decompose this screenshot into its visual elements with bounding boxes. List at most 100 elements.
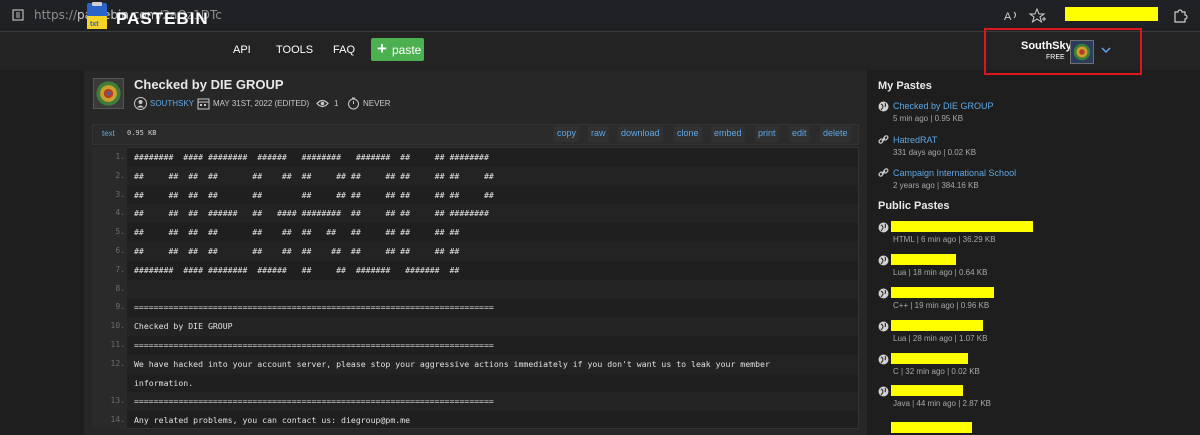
clone-button[interactable]: clone — [674, 126, 702, 142]
code-line: ######## #### ######## ###### ######## #… — [134, 152, 489, 162]
public-paste-meta: Lua | 28 min ago | 1.07 KB — [893, 334, 988, 343]
svg-text:A: A — [1004, 11, 1012, 23]
line-number: 12. — [110, 358, 125, 368]
line-number: 4. — [115, 208, 125, 218]
nav-tools[interactable]: TOOLS — [276, 44, 313, 56]
site-logo-text[interactable]: PASTEBIN — [116, 9, 209, 29]
line-number: 9. — [115, 302, 125, 312]
user-icon — [134, 97, 147, 110]
public-pastes-heading: Public Pastes — [878, 200, 950, 212]
my-pastes-heading: My Pastes — [878, 80, 932, 92]
copy-button[interactable]: copy — [554, 126, 580, 142]
line-number: 11. — [110, 340, 125, 349]
code-line: We have hacked into your account server,… — [134, 358, 770, 369]
redacted-paste-title[interactable] — [891, 353, 968, 364]
code-line: Checked by DIE GROUP — [134, 321, 233, 332]
line-number: 6. — [115, 246, 125, 255]
globe-icon — [878, 255, 889, 266]
svg-text:txt: txt — [90, 21, 99, 28]
code-line: ## ## ## ## ## ## ## ## ## ## ## ## ## — [134, 189, 494, 200]
line-number: 10. — [110, 321, 125, 331]
globe-icon — [878, 321, 889, 332]
raw-button[interactable]: raw — [588, 126, 609, 142]
link-icon — [878, 135, 889, 144]
user-name[interactable]: SouthSky — [1021, 40, 1072, 52]
user-plan-badge: FREE — [1046, 54, 1065, 61]
my-paste-title[interactable]: HatredRAT — [893, 135, 937, 145]
globe-icon — [878, 101, 889, 112]
code-line: ## ## ## ## ## ## ## ## ## ## ## ## ## — [134, 246, 460, 256]
code-line: ========================================… — [134, 302, 494, 313]
paste-expiry: NEVER — [363, 99, 391, 108]
expiry-timer-icon — [348, 97, 359, 110]
line-number: 3. — [115, 189, 125, 199]
globe-icon — [878, 354, 889, 365]
my-paste-title[interactable]: Checked by DIE GROUP — [893, 101, 994, 111]
lock-icon[interactable] — [11, 8, 25, 22]
line-number: 8. — [115, 283, 125, 293]
views-eye-icon — [316, 99, 329, 108]
print-button[interactable]: print — [755, 126, 779, 142]
redacted-paste-title[interactable] — [891, 385, 963, 396]
public-paste-meta: Java | 44 min ago | 2.87 KB — [893, 399, 991, 408]
calendar-icon — [197, 98, 210, 110]
extensions-icon[interactable] — [1170, 6, 1190, 26]
line-number: 7. — [115, 264, 125, 274]
my-paste-title[interactable]: Campaign International School — [893, 168, 1016, 178]
paste-title: Checked by DIE GROUP — [134, 77, 284, 92]
author-avatar[interactable] — [93, 78, 124, 109]
edit-button[interactable]: edit — [789, 126, 810, 142]
code-line: ========================================… — [134, 340, 494, 350]
new-paste-label: paste — [392, 43, 422, 57]
public-paste-meta: C++ | 19 min ago | 0.96 KB — [893, 301, 990, 310]
paste-views: 1 — [334, 99, 339, 108]
syntax-type[interactable]: text — [102, 129, 115, 138]
code-row-stripe — [127, 317, 858, 337]
favorites-star-icon[interactable] — [1028, 6, 1048, 26]
my-paste-meta: 331 days ago | 0.02 KB — [893, 148, 977, 157]
plus-icon: + — [377, 39, 387, 58]
redacted-paste-title[interactable] — [891, 254, 956, 265]
line-number: 5. — [115, 227, 125, 237]
public-paste-meta: Lua | 18 min ago | 0.64 KB — [893, 268, 988, 277]
code-line: Any related problems, you can contact us… — [134, 415, 411, 426]
code-line: ## ## ## ## ## ## ## ## ## ## ## ## ## — [134, 227, 460, 238]
nav-api[interactable]: API — [233, 44, 251, 56]
redacted-paste-title[interactable] — [891, 287, 994, 298]
url-scheme: https:// — [34, 8, 78, 22]
embed-button[interactable]: embed — [711, 126, 745, 142]
redacted-paste-title[interactable] — [891, 221, 1033, 232]
pastebin-logo-icon[interactable]: txt — [84, 2, 110, 30]
globe-icon — [878, 386, 889, 397]
code-line: ## ## ## ## ## ## ## ## ## ## ## ## ## #… — [134, 170, 494, 181]
my-paste-meta: 2 years ago | 384.16 KB — [893, 181, 979, 190]
code-line: ######## #### ######## ###### ## ## ####… — [134, 264, 460, 275]
user-avatar[interactable] — [1070, 40, 1094, 64]
read-aloud-icon[interactable]: A — [1002, 6, 1022, 26]
my-paste-meta: 5 min ago | 0.95 KB — [893, 114, 964, 123]
code-line: information. — [134, 377, 194, 388]
paste-date: MAY 31ST, 2022 (EDITED) — [213, 99, 310, 108]
link-icon — [878, 168, 889, 177]
globe-icon — [878, 288, 889, 299]
line-number: 1. — [115, 152, 125, 161]
line-number: 13. — [110, 396, 125, 406]
code-line: ========================================… — [134, 396, 494, 407]
code-row-stripe — [127, 279, 858, 299]
globe-icon — [878, 222, 889, 233]
line-number: 14. — [110, 415, 125, 425]
redacted-paste-title[interactable] — [891, 320, 983, 331]
delete-button[interactable]: delete — [820, 126, 851, 142]
code-line: ## ## ## ###### ## #### ######## ## ## #… — [134, 208, 489, 219]
line-number: 2. — [115, 170, 125, 180]
paste-size: 0.95 KB — [127, 129, 157, 137]
public-paste-meta: HTML | 6 min ago | 36.29 KB — [893, 235, 996, 244]
redacted-paste-title[interactable] — [891, 422, 972, 433]
public-paste-meta: C | 32 min ago | 0.02 KB — [893, 367, 980, 376]
paste-author[interactable]: SOUTHSKY — [150, 99, 194, 108]
nav-faq[interactable]: FAQ — [333, 44, 355, 56]
chevron-down-icon[interactable] — [1100, 45, 1112, 55]
redacted-region — [1065, 7, 1158, 21]
new-paste-button[interactable]: + paste — [371, 38, 424, 61]
download-button[interactable]: download — [618, 126, 663, 142]
